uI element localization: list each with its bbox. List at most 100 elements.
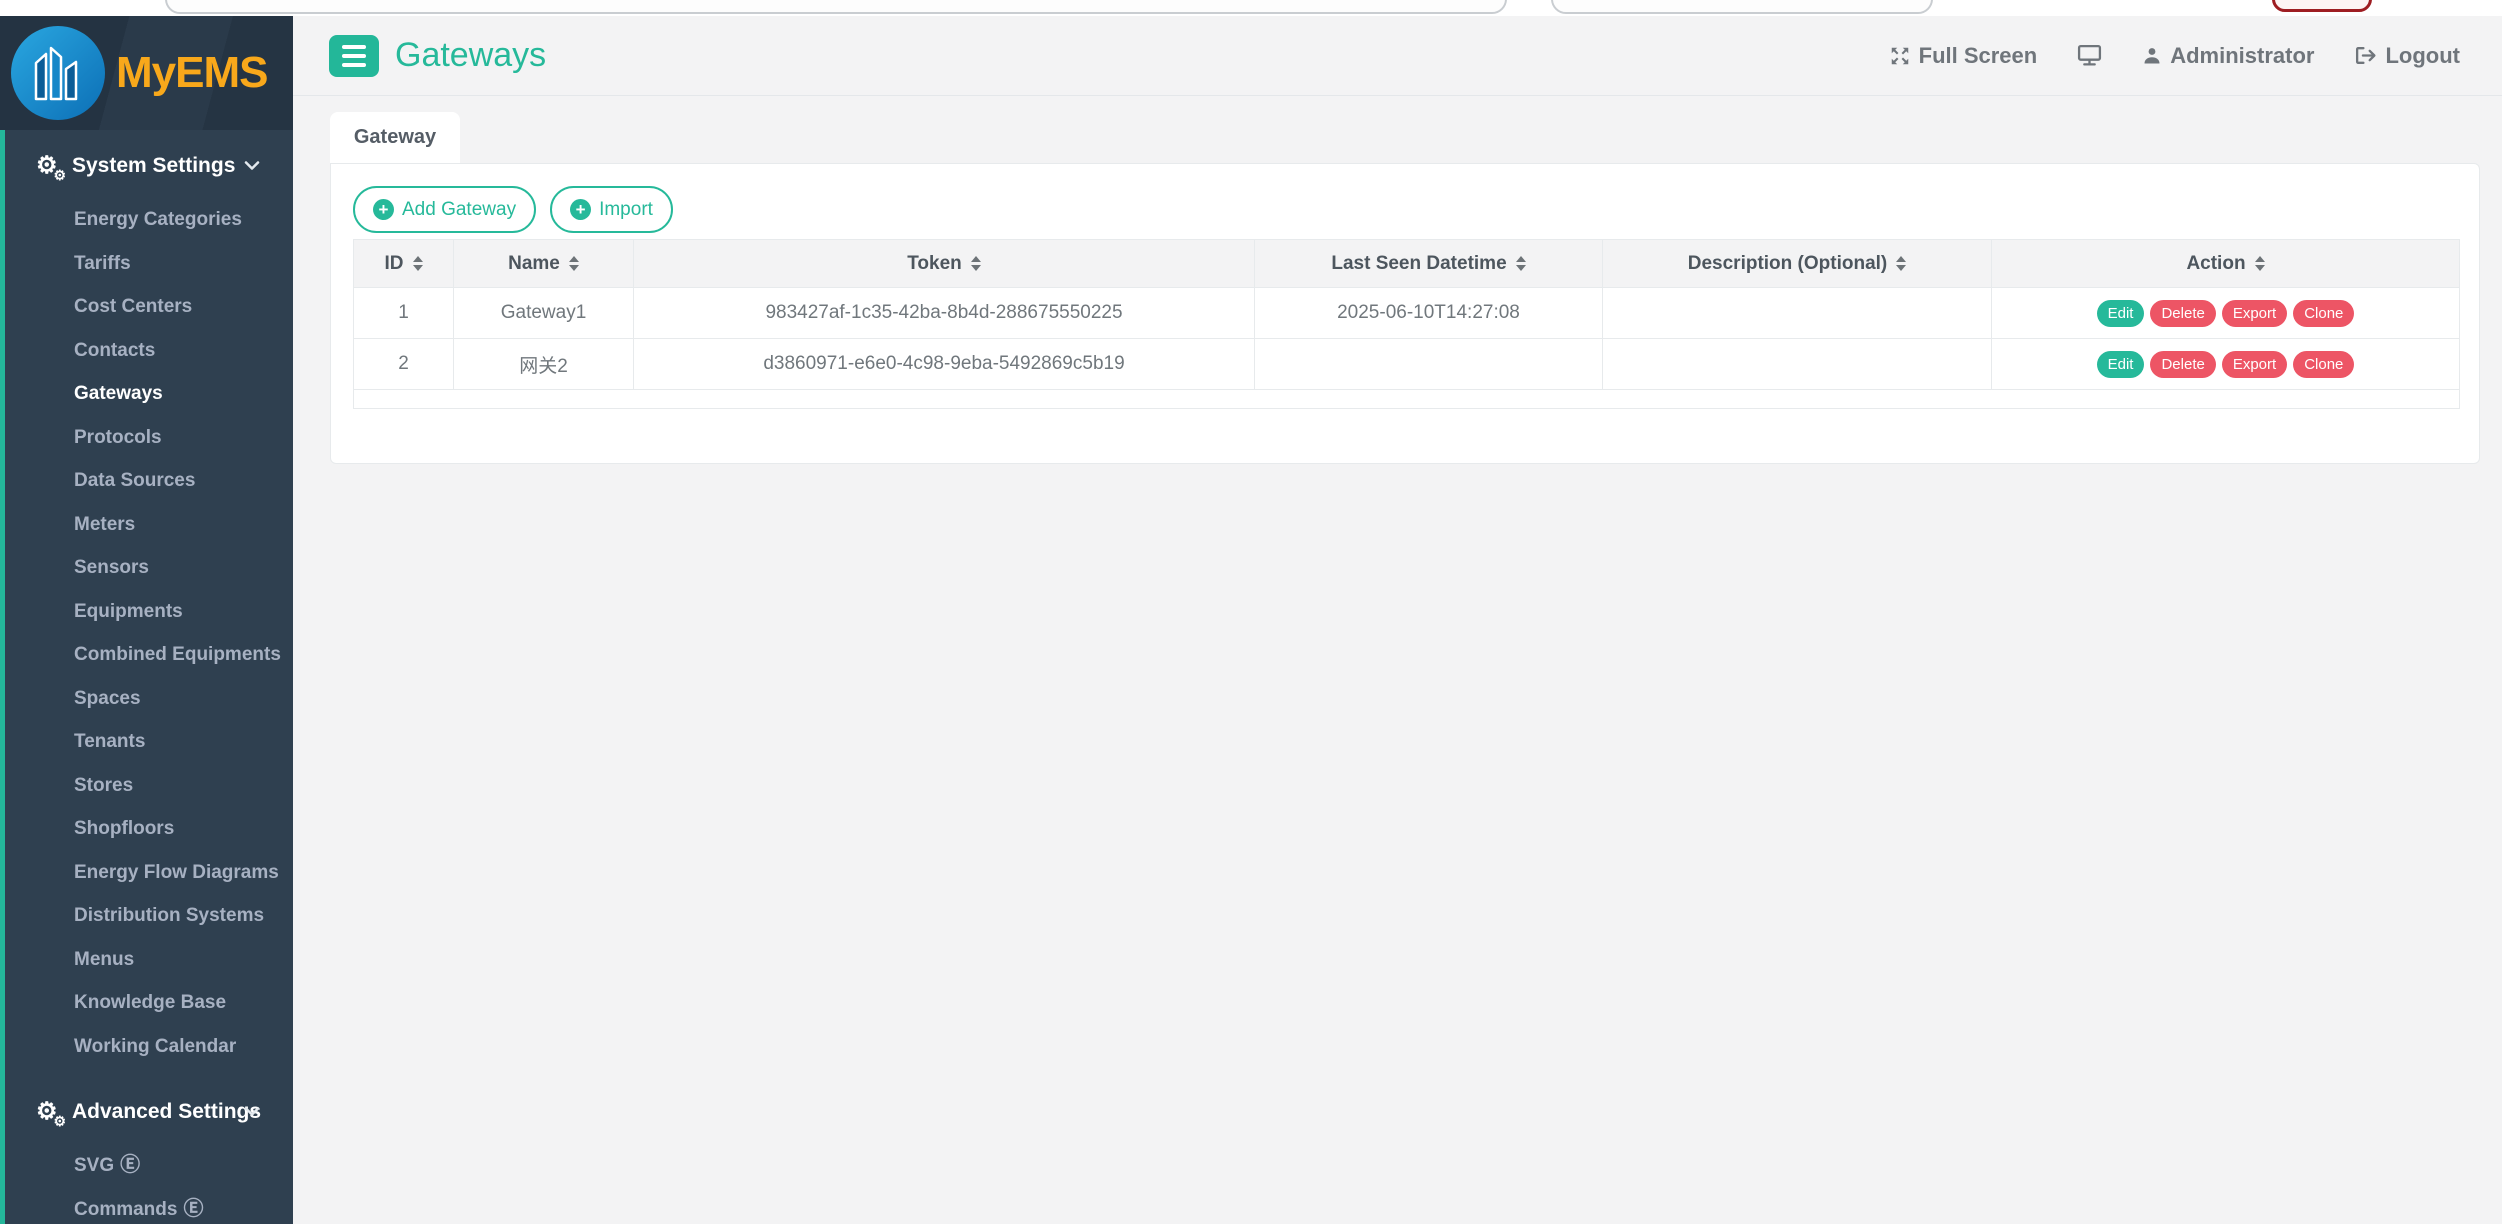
tab-gateway[interactable]: Gateway	[330, 112, 460, 163]
cell-actions: EditDelete ExportClone	[1992, 288, 2460, 339]
section-items: SVGⒺCommandsⒺ	[0, 1144, 293, 1224]
edit-button[interactable]: Edit	[2097, 351, 2145, 378]
section-gap	[0, 1068, 293, 1090]
user-menu[interactable]: Administrator	[2142, 43, 2314, 69]
gateways-table: ID Name Token Last Seen Datetime Description…	[353, 239, 2460, 409]
import-label: Import	[599, 199, 653, 221]
browser-omnibox-remnant	[165, 0, 1507, 14]
circled-e-badge-icon: Ⓔ	[183, 1198, 203, 1220]
column-label: Name	[508, 253, 560, 275]
sidebar-item-label: Protocols	[74, 427, 162, 448]
toolbar: + Add Gateway + Import	[353, 186, 2457, 233]
sidebar-item-tenants[interactable]: Tenants	[0, 720, 293, 764]
cell-name: 网关2	[454, 339, 634, 390]
sidebar-item-stores[interactable]: Stores	[0, 764, 293, 808]
column-header-description-optional[interactable]: Description (Optional)	[1603, 240, 1992, 288]
export-button[interactable]: Export	[2222, 351, 2287, 378]
sidebar-item-shopfloors[interactable]: Shopfloors	[0, 807, 293, 851]
delete-button[interactable]: Delete	[2150, 351, 2215, 378]
sidebar-item-label: Spaces	[74, 688, 141, 709]
delete-button[interactable]: Delete	[2150, 300, 2215, 327]
column-header-inner: Name	[454, 253, 633, 275]
sidebar-item-contacts[interactable]: Contacts	[0, 329, 293, 373]
sidebar-item-data-sources[interactable]: Data Sources	[0, 459, 293, 503]
circled-e-badge-icon: Ⓔ	[120, 1154, 140, 1176]
table-row: 2网关2d3860971-e6e0-4c98-9eba-5492869c5b19…	[354, 339, 2460, 390]
sort-icon	[1896, 256, 1906, 271]
sidebar-section-advanced-settings[interactable]: ⚙⚙Advanced Settings	[0, 1090, 293, 1134]
import-button[interactable]: + Import	[550, 186, 673, 233]
sidebar: MyEMS ⚙⚙System Settings Energy Categories…	[0, 16, 293, 1224]
sidebar-item-commands[interactable]: CommandsⒺ	[0, 1188, 293, 1224]
fullscreen-label: Full Screen	[1919, 43, 2038, 69]
plus-circle-icon: +	[373, 199, 394, 220]
main-area: Gateways Full Screen	[293, 16, 2502, 1224]
sidebar-item-label: Combined Equipments	[74, 644, 281, 665]
column-header-inner: Token	[634, 253, 1254, 275]
sidebar-item-label: Tariffs	[74, 253, 131, 274]
sidebar-toggle-button[interactable]	[329, 35, 379, 77]
sidebar-accent-strip	[0, 130, 5, 1224]
column-label: Action	[2186, 253, 2245, 275]
sort-icon	[2255, 256, 2265, 271]
plus-circle-icon: +	[570, 199, 591, 220]
column-label: Token	[907, 253, 962, 275]
display-button[interactable]	[2077, 44, 2102, 67]
sidebar-item-cost-centers[interactable]: Cost Centers	[0, 285, 293, 329]
sidebar-item-meters[interactable]: Meters	[0, 503, 293, 547]
chevron-down-icon	[243, 160, 261, 172]
column-header-name[interactable]: Name	[454, 240, 634, 288]
cell-actions: EditDelete ExportClone	[1992, 339, 2460, 390]
sidebar-item-label: Working Calendar	[74, 1036, 236, 1057]
clone-button[interactable]: Clone	[2293, 300, 2354, 327]
edit-button[interactable]: Edit	[2097, 300, 2145, 327]
username-label: Administrator	[2170, 43, 2314, 69]
sidebar-item-svg[interactable]: SVGⒺ	[0, 1144, 293, 1188]
sidebar-item-label: Data Sources	[74, 470, 195, 491]
sidebar-item-protocols[interactable]: Protocols	[0, 416, 293, 460]
sidebar-item-label: Contacts	[74, 340, 155, 361]
sidebar-item-label: Energy Flow Diagrams	[74, 862, 279, 883]
sort-icon	[569, 256, 579, 271]
column-header-inner: ID	[354, 253, 453, 275]
section-label: System Settings	[72, 154, 235, 178]
column-header-token[interactable]: Token	[634, 240, 1255, 288]
logo-text: MyEMS	[116, 48, 267, 98]
sidebar-item-working-calendar[interactable]: Working Calendar	[0, 1025, 293, 1069]
column-header-last-seen-datetime[interactable]: Last Seen Datetime	[1255, 240, 1603, 288]
column-header-id[interactable]: ID	[354, 240, 454, 288]
column-label: Last Seen Datetime	[1331, 253, 1506, 275]
sidebar-item-equipments[interactable]: Equipments	[0, 590, 293, 634]
cell-token: d3860971-e6e0-4c98-9eba-5492869c5b19	[634, 339, 1255, 390]
sidebar-item-knowledge-base[interactable]: Knowledge Base	[0, 981, 293, 1025]
myems-logo-icon	[8, 23, 108, 123]
cell-description	[1603, 288, 1992, 339]
sidebar-item-energy-categories[interactable]: Energy Categories	[0, 198, 293, 242]
clone-button[interactable]: Clone	[2293, 351, 2354, 378]
add-gateway-button[interactable]: + Add Gateway	[353, 186, 536, 233]
sidebar-item-spaces[interactable]: Spaces	[0, 677, 293, 721]
sidebar-item-tariffs[interactable]: Tariffs	[0, 242, 293, 286]
sidebar-item-energy-flow-diagrams[interactable]: Energy Flow Diagrams	[0, 851, 293, 895]
sidebar-item-combined-equipments[interactable]: Combined Equipments	[0, 633, 293, 677]
sidebar-item-menus[interactable]: Menus	[0, 938, 293, 982]
app-frame: MyEMS ⚙⚙System Settings Energy Categories…	[0, 16, 2502, 1224]
chevron-down-icon	[243, 1106, 261, 1118]
sidebar-section-system-settings[interactable]: ⚙⚙System Settings	[0, 144, 293, 188]
action-buttons: EditDelete ExportClone	[1992, 351, 2459, 378]
cell-id: 1	[354, 288, 454, 339]
myems-logo[interactable]: MyEMS	[0, 16, 293, 130]
sidebar-item-sensors[interactable]: Sensors	[0, 546, 293, 590]
logout-button[interactable]: Logout	[2354, 43, 2460, 69]
sidebar-item-label: Menus	[74, 949, 134, 970]
column-label: Description (Optional)	[1688, 253, 1888, 275]
fullscreen-button[interactable]: Full Screen	[1889, 43, 2038, 69]
sidebar-item-gateways[interactable]: Gateways	[0, 372, 293, 416]
export-button[interactable]: Export	[2222, 300, 2287, 327]
sidebar-item-label: Distribution Systems	[74, 905, 264, 926]
column-label: ID	[385, 253, 404, 275]
user-icon	[2142, 46, 2162, 66]
browser-action-button[interactable]	[2272, 0, 2372, 12]
column-header-action[interactable]: Action	[1992, 240, 2460, 288]
sidebar-item-distribution-systems[interactable]: Distribution Systems	[0, 894, 293, 938]
